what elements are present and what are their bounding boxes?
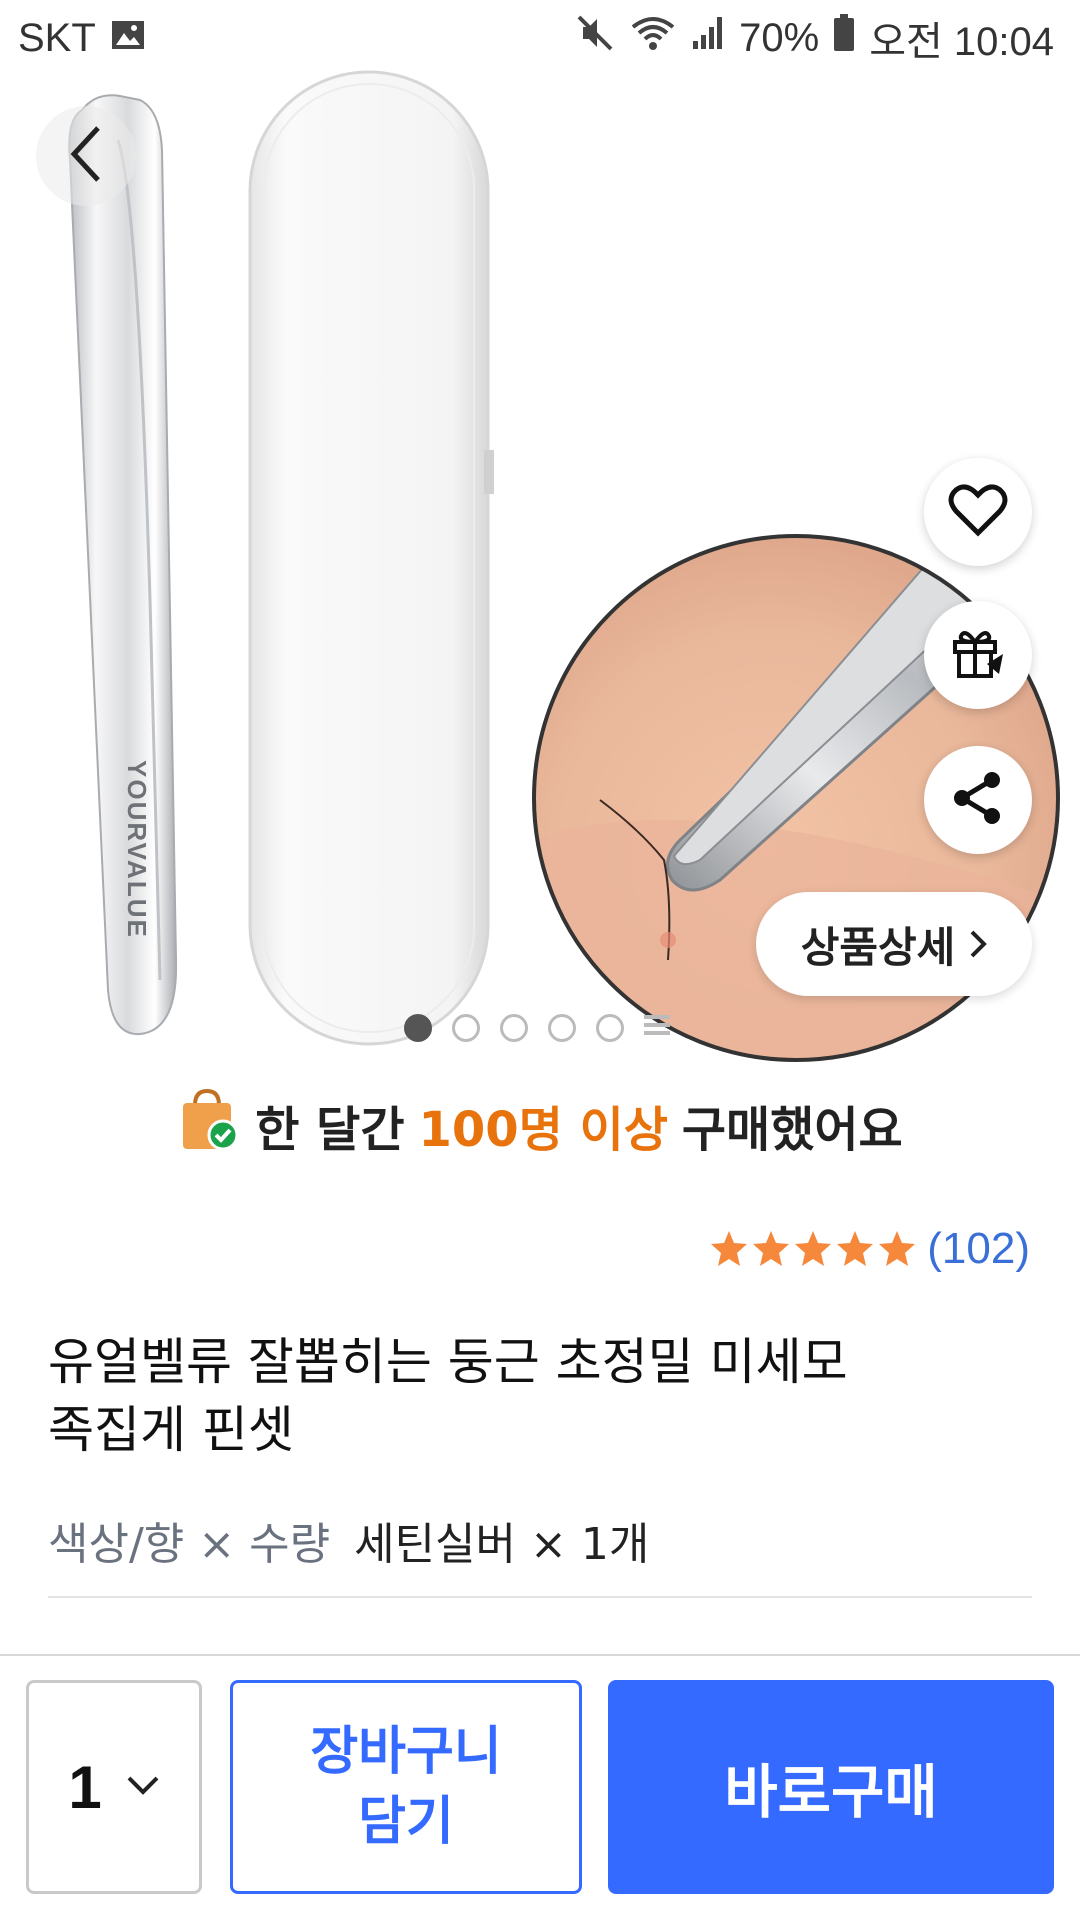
star-icon <box>711 1231 748 1266</box>
product-title-line: 유얼벨류 잘뽑히는 둥근 초정밀 미세모 <box>48 1333 848 1391</box>
purchase-suffix: 구매했어요 <box>681 1102 903 1158</box>
clock: 오전 10:04 <box>869 20 1054 64</box>
status-bar: SKT 70% 오전 10:04 <box>0 0 1080 76</box>
chevron-down-icon <box>126 1775 160 1799</box>
carrier-label: SKT <box>18 15 96 60</box>
cart-label-line: 담기 <box>358 1792 454 1852</box>
purchase-highlight: 100명 이상 <box>418 1102 668 1158</box>
share-button[interactable] <box>924 746 1032 854</box>
product-title-line: 족집게 핀셋 <box>48 1401 294 1459</box>
signal-icon <box>691 15 725 61</box>
gallery-icon <box>110 16 146 61</box>
pager-dot[interactable] <box>452 1014 480 1042</box>
star-icon <box>795 1231 832 1266</box>
chevron-right-icon <box>969 920 988 969</box>
pager-dot[interactable] <box>404 1014 432 1042</box>
purchase-count-banner: 한 달간 100명 이상 구매했어요 <box>0 1080 1080 1170</box>
wishlist-button[interactable] <box>924 458 1032 566</box>
buy-label: 바로구매 <box>724 1758 938 1826</box>
cart-label-line: 장바구니 <box>310 1722 502 1782</box>
pager-dot[interactable] <box>596 1014 624 1042</box>
brand-mark: YOURVALUE <box>122 760 152 939</box>
add-to-cart-button[interactable]: 장바구니 담기 <box>230 1680 582 1894</box>
star-rating <box>709 1229 917 1269</box>
detail-label: 상품상세 <box>800 922 956 972</box>
quantity-value: 1 <box>68 1753 102 1821</box>
mute-icon <box>575 13 615 63</box>
image-pager[interactable] <box>404 1014 670 1042</box>
gift-icon <box>949 624 1007 686</box>
share-icon <box>950 770 1006 830</box>
product-detail-button[interactable]: 상품상세 <box>756 892 1032 996</box>
pager-dot[interactable] <box>500 1014 528 1042</box>
review-count[interactable]: (102) <box>927 1224 1030 1274</box>
quantity-select[interactable]: 1 <box>26 1680 202 1894</box>
selected-option: 색상/향 × 수량 세틴실버 × 1개 <box>48 1508 649 1572</box>
battery-icon <box>833 14 855 62</box>
product-title: 유얼벨류 잘뽑히는 둥근 초정밀 미세모 족집게 핀셋 <box>48 1328 1008 1464</box>
battery-percent: 70% <box>739 15 820 60</box>
buy-now-button[interactable]: 바로구매 <box>608 1680 1054 1894</box>
bottom-bar-divider <box>0 1654 1080 1656</box>
divider <box>48 1596 1032 1598</box>
shopping-bag-check-icon <box>177 1087 241 1163</box>
purchase-prefix: 한 달간 <box>255 1102 405 1158</box>
star-icon <box>879 1231 916 1266</box>
star-icon <box>837 1231 874 1266</box>
pager-dot[interactable] <box>548 1014 576 1042</box>
chevron-left-icon <box>64 124 108 188</box>
rating-summary[interactable]: (102) <box>709 1224 1030 1274</box>
heart-icon <box>948 483 1008 541</box>
star-icon <box>753 1231 790 1266</box>
back-button[interactable] <box>36 106 136 206</box>
option-value: 세틴실버 × 1개 <box>354 1519 650 1570</box>
option-label: 색상/향 × 수량 <box>48 1519 331 1570</box>
wifi-icon <box>629 13 677 63</box>
gift-button[interactable] <box>924 601 1032 709</box>
pager-more-icon <box>644 1015 670 1041</box>
